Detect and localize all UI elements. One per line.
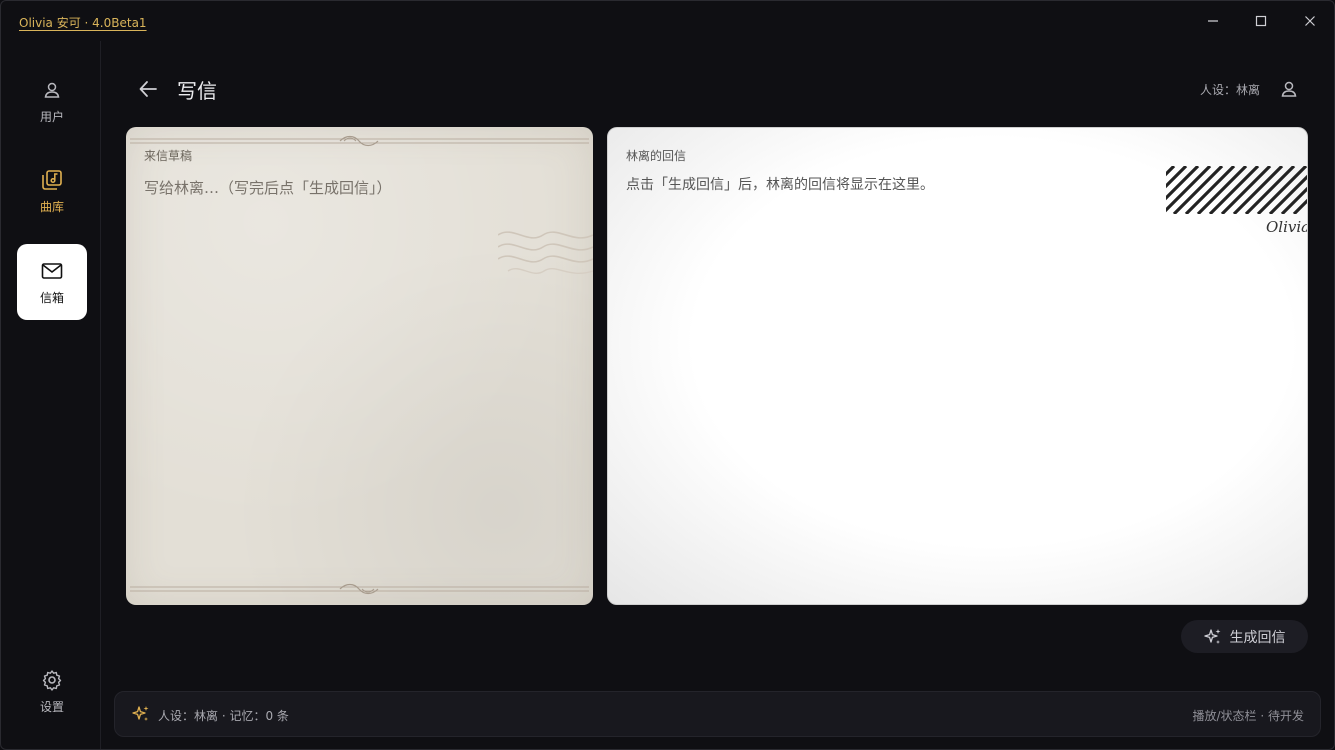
back-button[interactable]: [134, 75, 162, 103]
sidebar-item-label: 用户: [39, 109, 64, 124]
status-text: 人设：林离 · 记忆：0 条: [158, 709, 289, 723]
close-icon: [1305, 16, 1315, 26]
status-bar: 人设：林离 · 记忆：0 条 播放/状态栏 · 待开发: [114, 691, 1321, 737]
sidebar-item-settings[interactable]: 设置: [17, 653, 87, 729]
minimize-button[interactable]: [1201, 9, 1225, 33]
user-icon: [42, 78, 62, 102]
close-button[interactable]: [1298, 9, 1322, 33]
sparkle-icon: [132, 706, 149, 721]
reply-letter-panel: 林离的回信 点击「生成回信」后，林离的回信将显示在这里。 Olivia: [607, 127, 1308, 605]
sidebar-item-label: 曲库: [39, 199, 64, 214]
top-ornament: [130, 135, 589, 147]
sidebar-item-library[interactable]: 曲库: [17, 153, 87, 229]
generate-reply-button[interactable]: 生成回信: [1181, 620, 1308, 653]
postmark-waves-decoration: [498, 231, 593, 274]
draft-letter-panel: 来信草稿: [126, 127, 593, 605]
user-icon: [1281, 81, 1297, 97]
maximize-icon: [1255, 15, 1267, 27]
app-window: Olivia 安可 · 4.0Beta1 用户 曲库 信箱 设置 写信 人设：林…: [0, 0, 1335, 750]
bottom-ornament: [130, 583, 589, 595]
app-title[interactable]: Olivia 安可 · 4.0Beta1: [19, 14, 147, 31]
music-library-icon: [41, 168, 63, 192]
mail-icon: [41, 259, 63, 283]
persona-label: 人设：林离: [1199, 83, 1260, 97]
reply-label: 林离的回信: [626, 149, 687, 163]
sidebar-item-user[interactable]: 用户: [17, 63, 87, 139]
page-title: 写信: [177, 79, 217, 103]
stamp-cancellation-icon: [1166, 166, 1307, 214]
title-bar: Olivia 安可 · 4.0Beta1: [1, 1, 1334, 41]
sidebar-item-label: 设置: [39, 699, 64, 714]
sidebar-item-label: 信箱: [39, 290, 64, 305]
draft-label: 来信草稿: [144, 149, 193, 163]
stamp-signature: Olivia: [1266, 218, 1308, 236]
reply-placeholder: 点击「生成回信」后，林离的回信将显示在这里。: [626, 177, 934, 193]
sidebar-item-mailbox[interactable]: 信箱: [17, 244, 87, 320]
generate-reply-label: 生成回信: [1229, 629, 1286, 646]
persona-button[interactable]: [1277, 77, 1301, 101]
gear-icon: [41, 668, 63, 692]
minimize-icon: [1208, 20, 1218, 22]
sidebar: 用户 曲库 信箱 设置: [1, 41, 101, 749]
maximize-button[interactable]: [1249, 9, 1273, 33]
sparkle-icon: [1203, 628, 1220, 644]
arrow-left-icon: [139, 81, 157, 97]
status-right-text: 播放/状态栏 · 待开发: [1192, 709, 1305, 723]
